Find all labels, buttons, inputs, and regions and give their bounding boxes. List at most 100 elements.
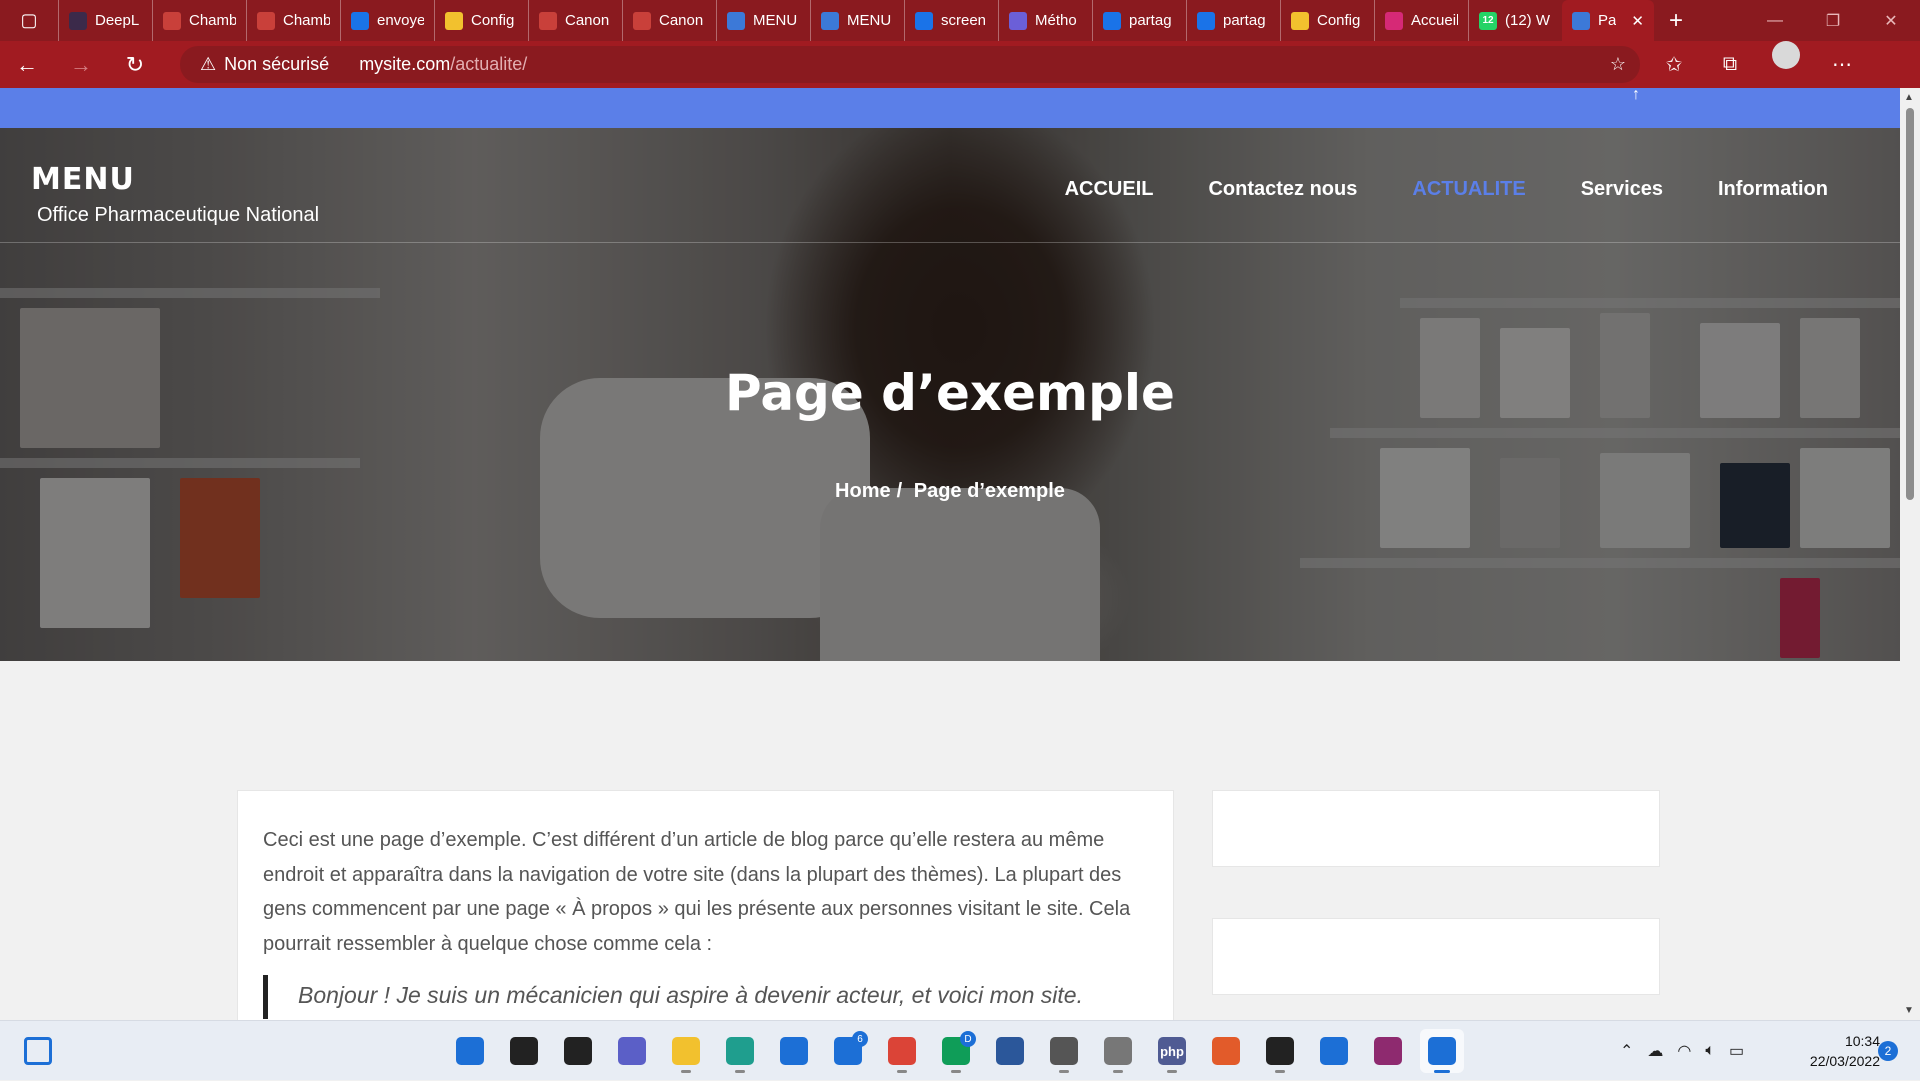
browser-tab[interactable]: Chamb [246, 0, 340, 41]
pdf-icon [163, 11, 181, 30]
taskbar-snipping-tool[interactable] [1420, 1029, 1464, 1073]
refresh-button[interactable]: ↻ [108, 41, 162, 88]
taskbar-mail[interactable]: 6 [826, 1029, 870, 1073]
nav-item-information[interactable]: Information [1718, 178, 1828, 201]
browser-tab[interactable]: envoye [340, 0, 434, 41]
play-icon [1266, 1037, 1294, 1065]
archive-icon [1104, 1037, 1132, 1065]
browser-tab[interactable]: Accueil [1374, 0, 1468, 41]
page-viewport: ↑ MENU Office Pharmaceutique National AC… [0, 88, 1900, 1020]
browser-tab[interactable]: Canon [528, 0, 622, 41]
nav-item-accueil[interactable]: ACCUEIL [1065, 178, 1154, 201]
tab-actions-icon[interactable]: ▢ [0, 0, 58, 41]
taskbar-files[interactable] [1096, 1029, 1140, 1073]
nav-item-contactez-nous[interactable]: Contactez nous [1208, 178, 1357, 201]
breadcrumb: Home / Page d’exemple [0, 480, 1900, 503]
nav-item-services[interactable]: Services [1581, 178, 1663, 201]
breadcrumb-home[interactable]: Home [835, 480, 891, 502]
collections-icon[interactable]: ⧉ [1702, 41, 1758, 88]
favorites-icon[interactable]: ✩ [1646, 41, 1702, 88]
taskbar-settings[interactable] [1042, 1029, 1086, 1073]
tray-overflow-icon[interactable]: ⌃ [1620, 1041, 1633, 1061]
minimize-icon[interactable]: — [1746, 0, 1804, 41]
sidebar-widget [1212, 790, 1660, 867]
taskbar-start[interactable] [448, 1029, 492, 1073]
taskbar-notepad[interactable] [1312, 1029, 1356, 1073]
onedrive-icon[interactable]: ☁ [1647, 1041, 1663, 1061]
scroll-top-icon[interactable]: ↑ [1632, 88, 1640, 104]
forward-button[interactable]: → [54, 41, 108, 88]
taskbar-media-player[interactable] [1258, 1029, 1302, 1073]
taskbar-word[interactable] [988, 1029, 1032, 1073]
page-scrollbar[interactable]: ▲ ▼ [1900, 88, 1920, 1020]
taskbar-php[interactable]: php [1150, 1029, 1194, 1073]
security-label[interactable]: Non sécurisé [224, 54, 329, 75]
app-badge: D [960, 1031, 976, 1047]
browser-tab[interactable]: Canon [622, 0, 716, 41]
browser-tab[interactable]: partag [1186, 0, 1280, 41]
battery-icon[interactable]: ▭ [1729, 1041, 1744, 1061]
browser-tab[interactable]: Config [1280, 0, 1374, 41]
method-icon [1009, 11, 1027, 30]
browser-tab[interactable]: MENU [810, 0, 904, 41]
wifi-icon[interactable]: ◠ [1677, 1041, 1691, 1061]
site-title[interactable]: MENU [31, 162, 135, 197]
taskbar-winrar[interactable] [1366, 1029, 1410, 1073]
browser-tab[interactable]: Config [434, 0, 528, 41]
notepad-icon [1320, 1037, 1348, 1065]
restore-icon[interactable]: ❐ [1804, 0, 1862, 41]
nav-item-actualite[interactable]: ACTUALITE [1412, 178, 1525, 201]
tab-title: (12) W [1505, 12, 1550, 29]
app-badge: 6 [852, 1031, 868, 1047]
tab-title: Chamb [283, 12, 330, 29]
taskbar-edge[interactable] [718, 1029, 762, 1073]
task-view-icon [564, 1037, 592, 1065]
browser-tab[interactable]: screen [904, 0, 998, 41]
taskbar-teams-chat[interactable] [610, 1029, 654, 1073]
back-button[interactable]: ← [0, 41, 54, 88]
taskbar-search[interactable] [502, 1029, 546, 1073]
clock[interactable]: 10:34 22/03/2022 [1780, 1031, 1880, 1071]
bing-icon [1197, 11, 1215, 30]
browser-tab[interactable]: DeepL [58, 0, 152, 41]
scroll-up-icon[interactable]: ▲ [1904, 92, 1914, 103]
taskbar-recorder[interactable] [1204, 1029, 1248, 1073]
volume-icon[interactable]: 🔈︎ [1705, 1042, 1715, 1060]
close-window-icon[interactable]: ✕ [1862, 0, 1920, 41]
browser-tab[interactable]: 12 (12) W [1468, 0, 1562, 41]
more-menu-icon[interactable]: ⋯ [1814, 41, 1870, 88]
profile-avatar[interactable] [1772, 41, 1800, 69]
record-icon [1212, 1037, 1240, 1065]
top-strip: ↑ [0, 88, 1900, 128]
taskbar-file-explorer[interactable] [664, 1029, 708, 1073]
taskbar-task-view[interactable] [556, 1029, 600, 1073]
close-tab-icon[interactable]: ✕ [1631, 12, 1644, 30]
scrollbar-thumb[interactable] [1906, 108, 1914, 500]
address-bar: ← → ↻ ⚠ Non sécurisé mysite.com /actuali… [0, 41, 1920, 88]
widgets-icon[interactable] [24, 1037, 52, 1065]
scroll-down-icon[interactable]: ▼ [1904, 1005, 1914, 1016]
new-tab-button[interactable]: + [1654, 0, 1698, 41]
taskbar-chrome-profile[interactable] [880, 1029, 924, 1073]
warning-icon[interactable]: ⚠ [200, 54, 216, 75]
browser-tab[interactable]: Métho [998, 0, 1092, 41]
hero-banner: MENU Office Pharmaceutique National ACCU… [0, 128, 1900, 661]
tab-title: Canon [565, 12, 610, 29]
breadcrumb-current: Page d’exemple [913, 480, 1065, 502]
notification-badge[interactable]: 2 [1878, 1041, 1898, 1061]
taskbar-chrome[interactable]: D [934, 1029, 978, 1073]
browser-tab[interactable]: partag [1092, 0, 1186, 41]
site-tagline: Office Pharmaceutique National [37, 204, 320, 226]
tab-active[interactable]: Pa ✕ [1562, 0, 1654, 41]
tab-title: Accueil [1411, 12, 1458, 29]
browser-tab[interactable]: MENU [716, 0, 810, 41]
browser-tab[interactable]: Chamb [152, 0, 246, 41]
canon-icon [539, 11, 557, 30]
snip-icon [1428, 1037, 1456, 1065]
taskbar-store[interactable] [772, 1029, 816, 1073]
add-favorite-icon[interactable]: ☆ [1610, 54, 1626, 75]
bing-icon [351, 11, 369, 30]
tab-strip: DeepL Chamb Chamb envoye Config Canon Canon MEN… [58, 0, 1562, 41]
kanbox-icon [1291, 11, 1309, 30]
url-field[interactable]: ⚠ Non sécurisé mysite.com /actualite/ ☆ [180, 46, 1640, 83]
